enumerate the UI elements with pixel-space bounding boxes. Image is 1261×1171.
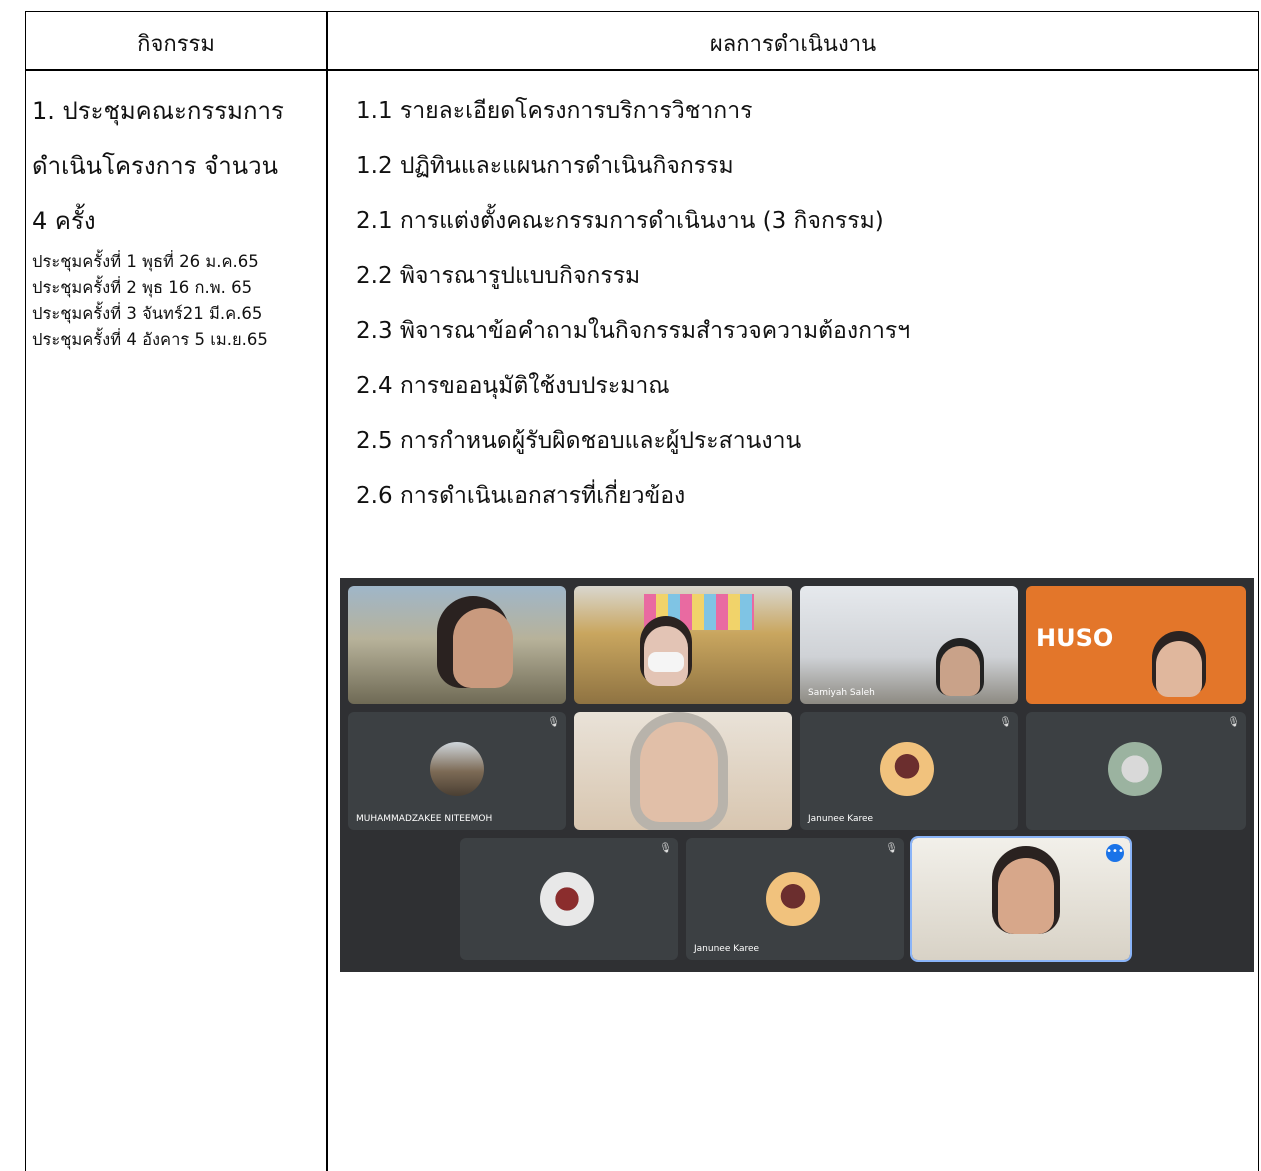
- meeting-date: ประชุมครั้งที่ 3 จันทร์21 มี.ค.65: [32, 304, 263, 323]
- mic-muted-icon: 🎙: [885, 843, 898, 854]
- result-item: 2.2 พิจารณารูปแบบกิจกรรม: [356, 263, 641, 289]
- participant-name: MUHAMMADZAKEE NITEEMOH: [356, 814, 493, 824]
- result-item: 1.1 รายละเอียดโครงการบริการวิชาการ: [356, 98, 753, 124]
- result-item: 2.6 การดำเนินเอกสารที่เกี่ยวข้อง: [356, 483, 686, 509]
- header-results: ผลการดำเนินงาน: [709, 32, 877, 57]
- meeting-date: ประชุมครั้งที่ 4 อังคาร 5 เม.ย.65: [32, 330, 268, 349]
- mic-muted-icon: 🎙: [547, 717, 560, 728]
- avatar: [880, 742, 934, 796]
- participant-tile: Samiyah Saleh: [800, 586, 1018, 704]
- more-options-icon: •••: [1106, 844, 1124, 862]
- bookshelf: [644, 594, 754, 630]
- participant-face: [640, 722, 718, 822]
- participant-name: Janunee Karee: [808, 814, 874, 824]
- participant-tile: 🎙 Janunee Karee: [800, 712, 1018, 830]
- avatar: [766, 872, 820, 926]
- result-item: 2.3 พิจารณาข้อคำถามในกิจกรรมสำรวจความต้อ…: [356, 318, 911, 344]
- participant-tile: 🎙: [460, 838, 678, 960]
- results-table: กิจกรรม ผลการดำเนินงาน 1. ประชุมคณะกรรมก…: [25, 11, 1259, 1171]
- meeting-date: ประชุมครั้งที่ 1 พุธที่ 26 ม.ค.65: [32, 252, 259, 271]
- face-mask: [648, 652, 684, 672]
- meeting-date: ประชุมครั้งที่ 2 พุธ 16 ก.พ. 65: [32, 278, 253, 297]
- column-divider: [326, 12, 328, 1171]
- participant-tile: 🎙 MUHAMMADZAKEE NITEEMOH: [348, 712, 566, 830]
- activity-title-line: 1. ประชุมคณะกรรมการ: [32, 97, 284, 125]
- participant-face: [940, 646, 980, 696]
- participant-tile: [348, 586, 566, 704]
- avatar: [1108, 742, 1162, 796]
- avatar: [430, 742, 484, 796]
- result-item: 2.5 การกำหนดผู้รับผิดชอบและผู้ประสานงาน: [356, 428, 802, 454]
- participant-face: [453, 608, 513, 688]
- brand-logo: HUSO: [1036, 624, 1114, 652]
- participant-tile: 🎙: [1026, 712, 1246, 830]
- participant-tile-active: •••: [910, 836, 1132, 962]
- participant-face: [1156, 641, 1202, 697]
- participant-tile: [574, 712, 792, 830]
- participant-tile: HUSO: [1026, 586, 1246, 704]
- activity-title-line: ดำเนินโครงการ จำนวน: [32, 152, 278, 180]
- result-item: 2.1 การแต่งตั้งคณะกรรมการดำเนินงาน (3 กิ…: [356, 208, 884, 234]
- participant-name: Janunee Karee: [694, 944, 760, 954]
- mic-muted-icon: 🎙: [659, 843, 672, 854]
- video-meeting-screenshot: Samiyah Saleh HUSO 🎙 MUHAMMADZAKEE NITEE…: [340, 578, 1254, 972]
- activity-title-line: 4 ครั้ง: [32, 207, 96, 235]
- activity-cell: 1. ประชุมคณะกรรมการ ดำเนินโครงการ จำนวน …: [32, 84, 322, 353]
- participant-tile: [574, 586, 792, 704]
- participant-name: Samiyah Saleh: [808, 688, 875, 698]
- header-activity: กิจกรรม: [137, 32, 215, 57]
- result-item: 1.2 ปฏิทินและแผนการดำเนินกิจกรรม: [356, 153, 734, 179]
- result-item: 2.4 การขออนุมัติใช้งบประมาณ: [356, 373, 670, 399]
- mic-muted-icon: 🎙: [999, 717, 1012, 728]
- results-cell: 1.1 รายละเอียดโครงการบริการวิชาการ 1.2 ป…: [356, 84, 1236, 524]
- participant-face: [998, 858, 1054, 934]
- mic-muted-icon: 🎙: [1227, 717, 1240, 728]
- header-divider: [26, 69, 1258, 71]
- avatar: [540, 872, 594, 926]
- participant-tile: 🎙 Janunee Karee: [686, 838, 904, 960]
